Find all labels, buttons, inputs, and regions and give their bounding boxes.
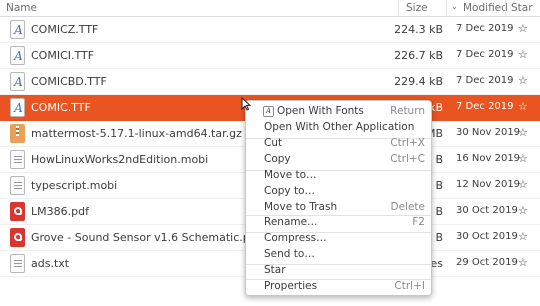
menu-item-rename[interactable]: Rename… F2 [246,215,431,231]
file-size: es [430,257,444,270]
star-icon[interactable]: ☆ [518,74,528,87]
font-file-icon: A [9,46,26,66]
menu-item-open-with-other-application[interactable]: Open With Other Application [246,120,431,136]
menu-item-move-to-trash[interactable]: Move to Trash Delete [246,200,431,216]
file-name: Grove - Sound Sensor v1.6 Schematic.pdf [31,231,261,244]
file-modified: 30 Nov 2019 [456,127,521,138]
star-icon[interactable]: ☆ [518,230,528,243]
document-file-icon [9,176,26,196]
menu-item-properties[interactable]: Properties Ctrl+I [246,279,431,295]
column-name-header[interactable]: Name [6,2,37,14]
file-modified: 29 Oct 2019 [456,257,518,268]
column-separator[interactable] [398,0,399,17]
file-name: ads.txt [31,257,70,270]
file-name: mattermost-5.17.1-linux-amd64.tar.gz [31,127,242,140]
file-size: B [435,153,443,166]
menu-item-copy[interactable]: Copy Ctrl+C [246,152,431,168]
text-file-icon [9,254,26,274]
file-name: COMICBD.TTF [31,75,107,88]
menu-item-copy-to[interactable]: Copy to… [246,184,431,200]
file-name: typescript.mobi [31,179,118,192]
file-modified: 7 Dec 2019 [456,101,514,112]
star-icon[interactable]: ☆ [518,22,528,35]
file-name: LM386.pdf [31,205,89,218]
menu-item-compress[interactable]: Compress… [246,231,431,247]
sort-descending-icon: ⌄ [451,2,458,11]
mouse-pointer-icon [241,97,251,111]
document-file-icon [9,150,26,170]
column-separator[interactable] [505,0,506,17]
menu-item-send-to[interactable]: Send to… [246,247,431,263]
column-header-bar: Name Size ⌄ Modified Star [0,0,540,17]
font-file-icon: A [9,98,26,118]
file-size: B [435,179,443,192]
fonts-app-icon: A [263,106,274,117]
star-icon[interactable]: ☆ [518,256,528,269]
file-name: HowLinuxWorks2ndEdition.mobi [31,153,209,166]
file-size: 226.7 kB [394,49,443,62]
star-icon[interactable]: ☆ [518,152,528,165]
menu-item-star[interactable]: Star [246,263,431,279]
column-separator[interactable] [446,0,447,17]
column-size-header[interactable]: Size [406,2,428,14]
star-icon[interactable]: ☆ [518,100,528,113]
file-row[interactable]: A COMICBD.TTF 229.4 kB 7 Dec 2019 ☆ [0,69,540,95]
file-modified: 12 Nov 2019 [456,179,521,190]
file-size: B [435,205,443,218]
star-icon[interactable]: ☆ [518,126,528,139]
pdf-file-icon [9,202,26,222]
file-name: COMIC.TTF [31,101,91,114]
menu-item-move-to[interactable]: Move to… [246,168,431,184]
file-modified: 30 Oct 2019 [456,205,518,216]
menu-item-cut[interactable]: Cut Ctrl+X [246,136,431,152]
font-file-icon: A [9,20,26,40]
file-modified: 16 Nov 2019 [456,153,521,164]
star-icon[interactable]: ☆ [518,204,528,217]
file-name: COMICI.TTF [31,49,95,62]
file-modified: 7 Dec 2019 [456,75,514,86]
font-file-icon: A [9,72,26,92]
star-icon[interactable]: ☆ [518,178,528,191]
menu-item-open-with-fonts[interactable]: A Open With Fonts Return [246,104,431,120]
file-size: 229.4 kB [394,75,443,88]
file-modified: 7 Dec 2019 [456,23,514,34]
column-modified-header[interactable]: Modified [463,2,508,14]
file-name: COMICZ.TTF [31,23,99,36]
star-icon[interactable]: ☆ [518,48,528,61]
context-menu: A Open With Fonts Return Open With Other… [245,100,432,296]
file-modified: 30 Oct 2019 [456,231,518,242]
archive-file-icon [9,124,26,144]
file-size: B [435,231,443,244]
pdf-file-icon [9,228,26,248]
column-star-header[interactable]: Star [511,2,533,14]
file-row[interactable]: A COMICI.TTF 226.7 kB 7 Dec 2019 ☆ [0,43,540,69]
file-modified: 7 Dec 2019 [456,49,514,60]
file-size: 224.3 kB [394,23,443,36]
file-row[interactable]: A COMICZ.TTF 224.3 kB 7 Dec 2019 ☆ [0,17,540,43]
